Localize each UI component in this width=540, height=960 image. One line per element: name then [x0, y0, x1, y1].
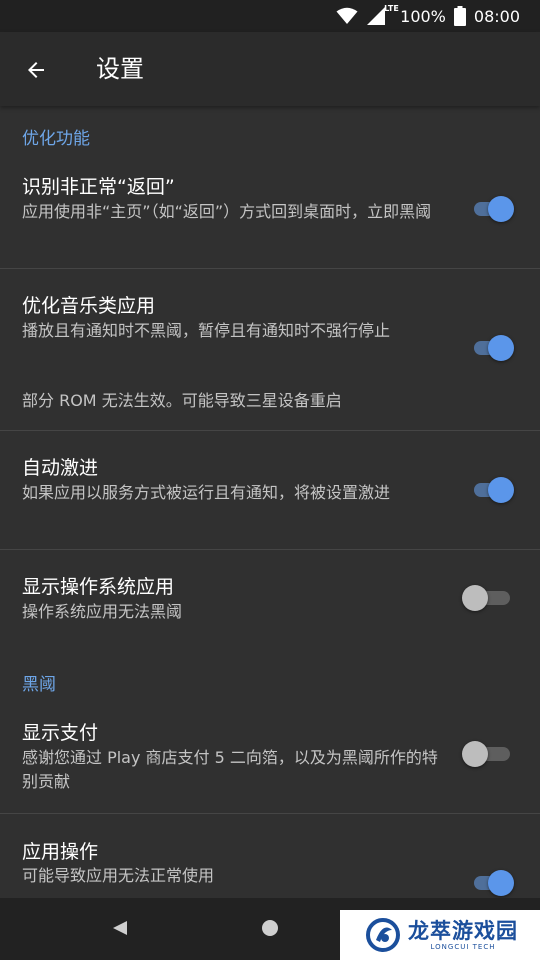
back-button[interactable]	[18, 52, 54, 88]
pref-title: 优化音乐类应用	[22, 295, 156, 317]
watermark-text: 龙萃游戏园 LONGCUI TECH	[408, 919, 518, 951]
watermark-sub-text: LONGCUI TECH	[430, 943, 496, 951]
pref-detect-abnormal-back[interactable]: 识别非正常“返回” 应用使用非“主页”（如“返回”）方式回到桌面时，立即黑阈	[0, 158, 540, 268]
pref-title: 自动激进	[22, 457, 99, 479]
switch-thumb	[488, 335, 514, 361]
pref-summary: 播放且有通知时不黑阈，暂停且有通知时不强行停止	[22, 321, 391, 340]
section-header-optimize: 优化功能	[22, 129, 90, 149]
pref-title: 显示操作系统应用	[22, 576, 175, 598]
watermark-main-text: 龙萃游戏园	[408, 919, 518, 943]
network-type-label: LTE	[384, 4, 399, 13]
status-icons: LTE 100% 08:00	[336, 4, 520, 27]
switch-thumb	[488, 870, 514, 896]
switch-thumb	[488, 196, 514, 222]
clock: 08:00	[473, 6, 520, 26]
settings-list: 优化功能 识别非正常“返回” 应用使用非“主页”（如“返回”）方式回到桌面时，立…	[0, 106, 540, 898]
pref-summary: 感谢您通过 Play 商店支付 5 二向箔，以及为黑阈所作的特别贡献	[22, 748, 438, 791]
wifi-icon	[336, 7, 358, 24]
cell-signal-icon	[367, 7, 386, 25]
toggle-switch[interactable]	[472, 868, 516, 898]
section-header-blackhole: 黑阈	[22, 675, 56, 695]
switch-thumb	[462, 585, 488, 611]
pref-auto-aggressive[interactable]: 自动激进 如果应用以服务方式被运行且有通知，将被设置激进	[0, 431, 540, 549]
watermark-logo	[366, 918, 400, 952]
pref-optimize-music[interactable]: 优化音乐类应用 播放且有通知时不黑阈，暂停且有通知时不强行停止 部分 ROM 无…	[0, 269, 540, 430]
nav-home-button[interactable]	[260, 918, 280, 942]
page-title: 设置	[96, 55, 144, 83]
arrow-back-icon	[28, 62, 44, 78]
pref-title: 应用操作	[22, 841, 99, 863]
nav-back-button[interactable]	[110, 918, 130, 942]
pref-summary: 可能导致应用无法正常使用	[22, 866, 215, 885]
watermark-logo-icon	[366, 918, 400, 952]
switch-thumb	[488, 477, 514, 503]
nav-home-icon	[262, 920, 278, 936]
pref-note: 部分 ROM 无法生效。可能导致三星设备重启	[22, 391, 342, 410]
app-bar: 设置	[0, 32, 540, 106]
pref-app-ops[interactable]: 应用操作 可能导致应用无法正常使用	[0, 814, 540, 898]
pref-summary: 操作系统应用无法黑阈	[22, 602, 183, 621]
status-bar: LTE 100% 08:00	[0, 0, 540, 32]
toggle-switch[interactable]	[462, 583, 516, 613]
pref-show-system-apps[interactable]: 显示操作系统应用 操作系统应用无法黑阈	[0, 550, 540, 640]
pref-show-payment[interactable]: 显示支付 感谢您通过 Play 商店支付 5 二向箔，以及为黑阈所作的特别贡献	[0, 700, 540, 813]
watermark: 龙萃游戏园 LONGCUI TECH	[340, 910, 540, 960]
switch-thumb	[462, 741, 488, 767]
toggle-switch[interactable]	[472, 194, 516, 224]
pref-summary: 应用使用非“主页”（如“返回”）方式回到桌面时，立即黑阈	[22, 202, 432, 221]
nav-back-icon	[113, 921, 127, 935]
pref-title: 识别非正常“返回”	[22, 176, 175, 198]
pref-title: 显示支付	[22, 722, 99, 744]
cell-signal: LTE	[366, 4, 399, 26]
pref-summary: 如果应用以服务方式被运行且有通知，将被设置激进	[22, 483, 391, 502]
battery-percent: 100%	[400, 6, 446, 26]
battery-icon	[453, 6, 466, 26]
toggle-switch[interactable]	[472, 333, 516, 363]
toggle-switch[interactable]	[462, 739, 516, 769]
toggle-switch[interactable]	[472, 475, 516, 505]
